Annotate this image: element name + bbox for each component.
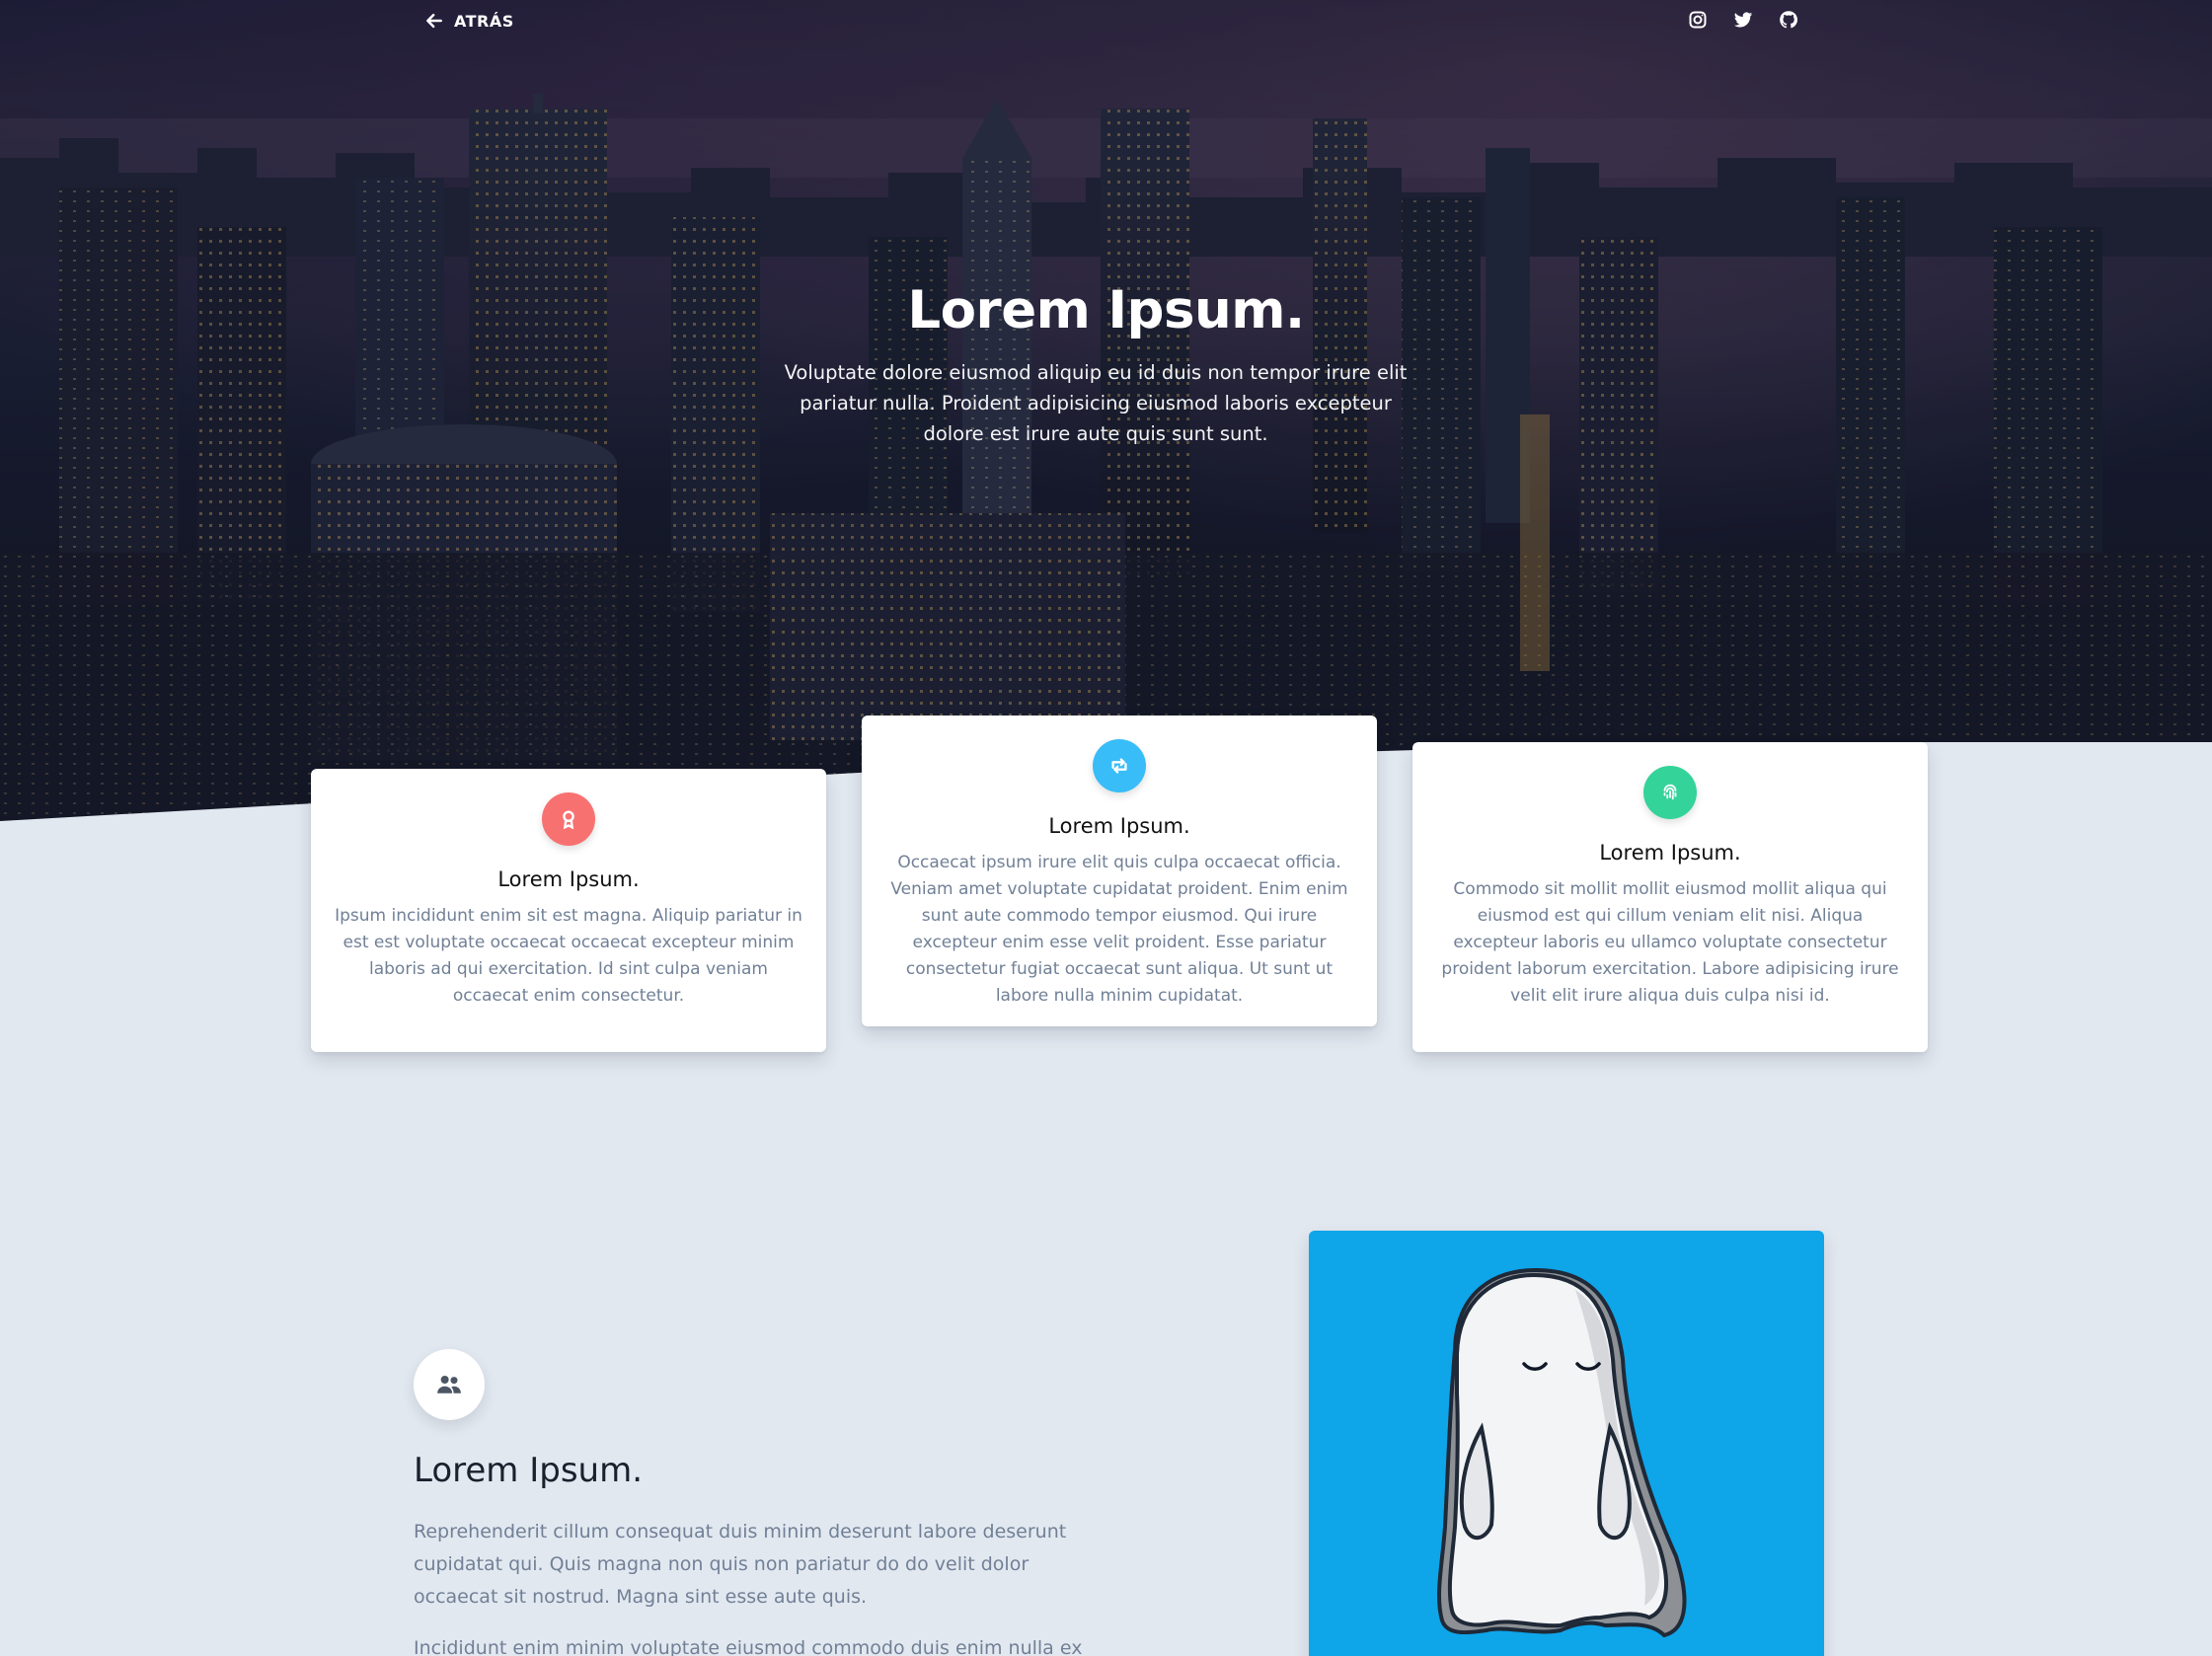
card-title: Lorem Ipsum. <box>1599 841 1741 865</box>
card-text: Ipsum incididunt enim sit est magna. Ali… <box>335 906 802 1006</box>
hero-title: Lorem Ipsum. <box>907 280 1305 340</box>
github-icon <box>1780 11 1798 29</box>
ghost-illustration-card <box>1309 1231 1824 1656</box>
fingerprint-icon <box>1663 784 1677 800</box>
feature-card-2: Lorem Ipsum. Occaecat ipsum irure elit q… <box>862 715 1377 1026</box>
fingerprint-icon-circle <box>1643 766 1697 819</box>
back-link[interactable]: ATRÁS <box>424 8 514 34</box>
instagram-link[interactable] <box>1685 7 1711 33</box>
feature-card-3: Lorem Ipsum. Commodo sit mollit mollit e… <box>1412 742 1928 1052</box>
github-link[interactable] <box>1776 7 1801 33</box>
users-icon-circle <box>414 1349 485 1420</box>
feature-card-1: Lorem Ipsum. Ipsum incididunt enim sit e… <box>311 769 826 1052</box>
instagram-icon <box>1689 11 1707 29</box>
feature-paragraph-1: Reprehenderit cillum consequat duis mini… <box>414 1521 1067 1608</box>
users-icon <box>437 1376 461 1393</box>
card-title: Lorem Ipsum. <box>497 867 640 891</box>
card-text: Commodo sit mollit mollit eiusmod mollit… <box>1441 879 1899 1006</box>
hero-subtitle: Voluptate dolore eiusmod aliquip eu id d… <box>784 361 1408 445</box>
feature-title: Lorem Ipsum. <box>414 1451 644 1490</box>
retweet-icon <box>1111 758 1127 774</box>
card-title: Lorem Ipsum. <box>1048 814 1190 838</box>
feature-paragraph-2: Incididunt enim minim voluptate eiusmod … <box>414 1637 1083 1656</box>
card-text: Occaecat ipsum irure elit quis culpa occ… <box>890 853 1348 1006</box>
twitter-link[interactable] <box>1730 7 1756 33</box>
ghost-illustration <box>1436 1267 1687 1638</box>
arrow-left-icon <box>426 13 442 29</box>
award-icon-circle <box>542 792 595 846</box>
back-label: ATRÁS <box>454 11 514 31</box>
twitter-icon <box>1733 12 1753 28</box>
award-icon <box>563 810 574 830</box>
retweet-icon-circle <box>1093 739 1146 792</box>
